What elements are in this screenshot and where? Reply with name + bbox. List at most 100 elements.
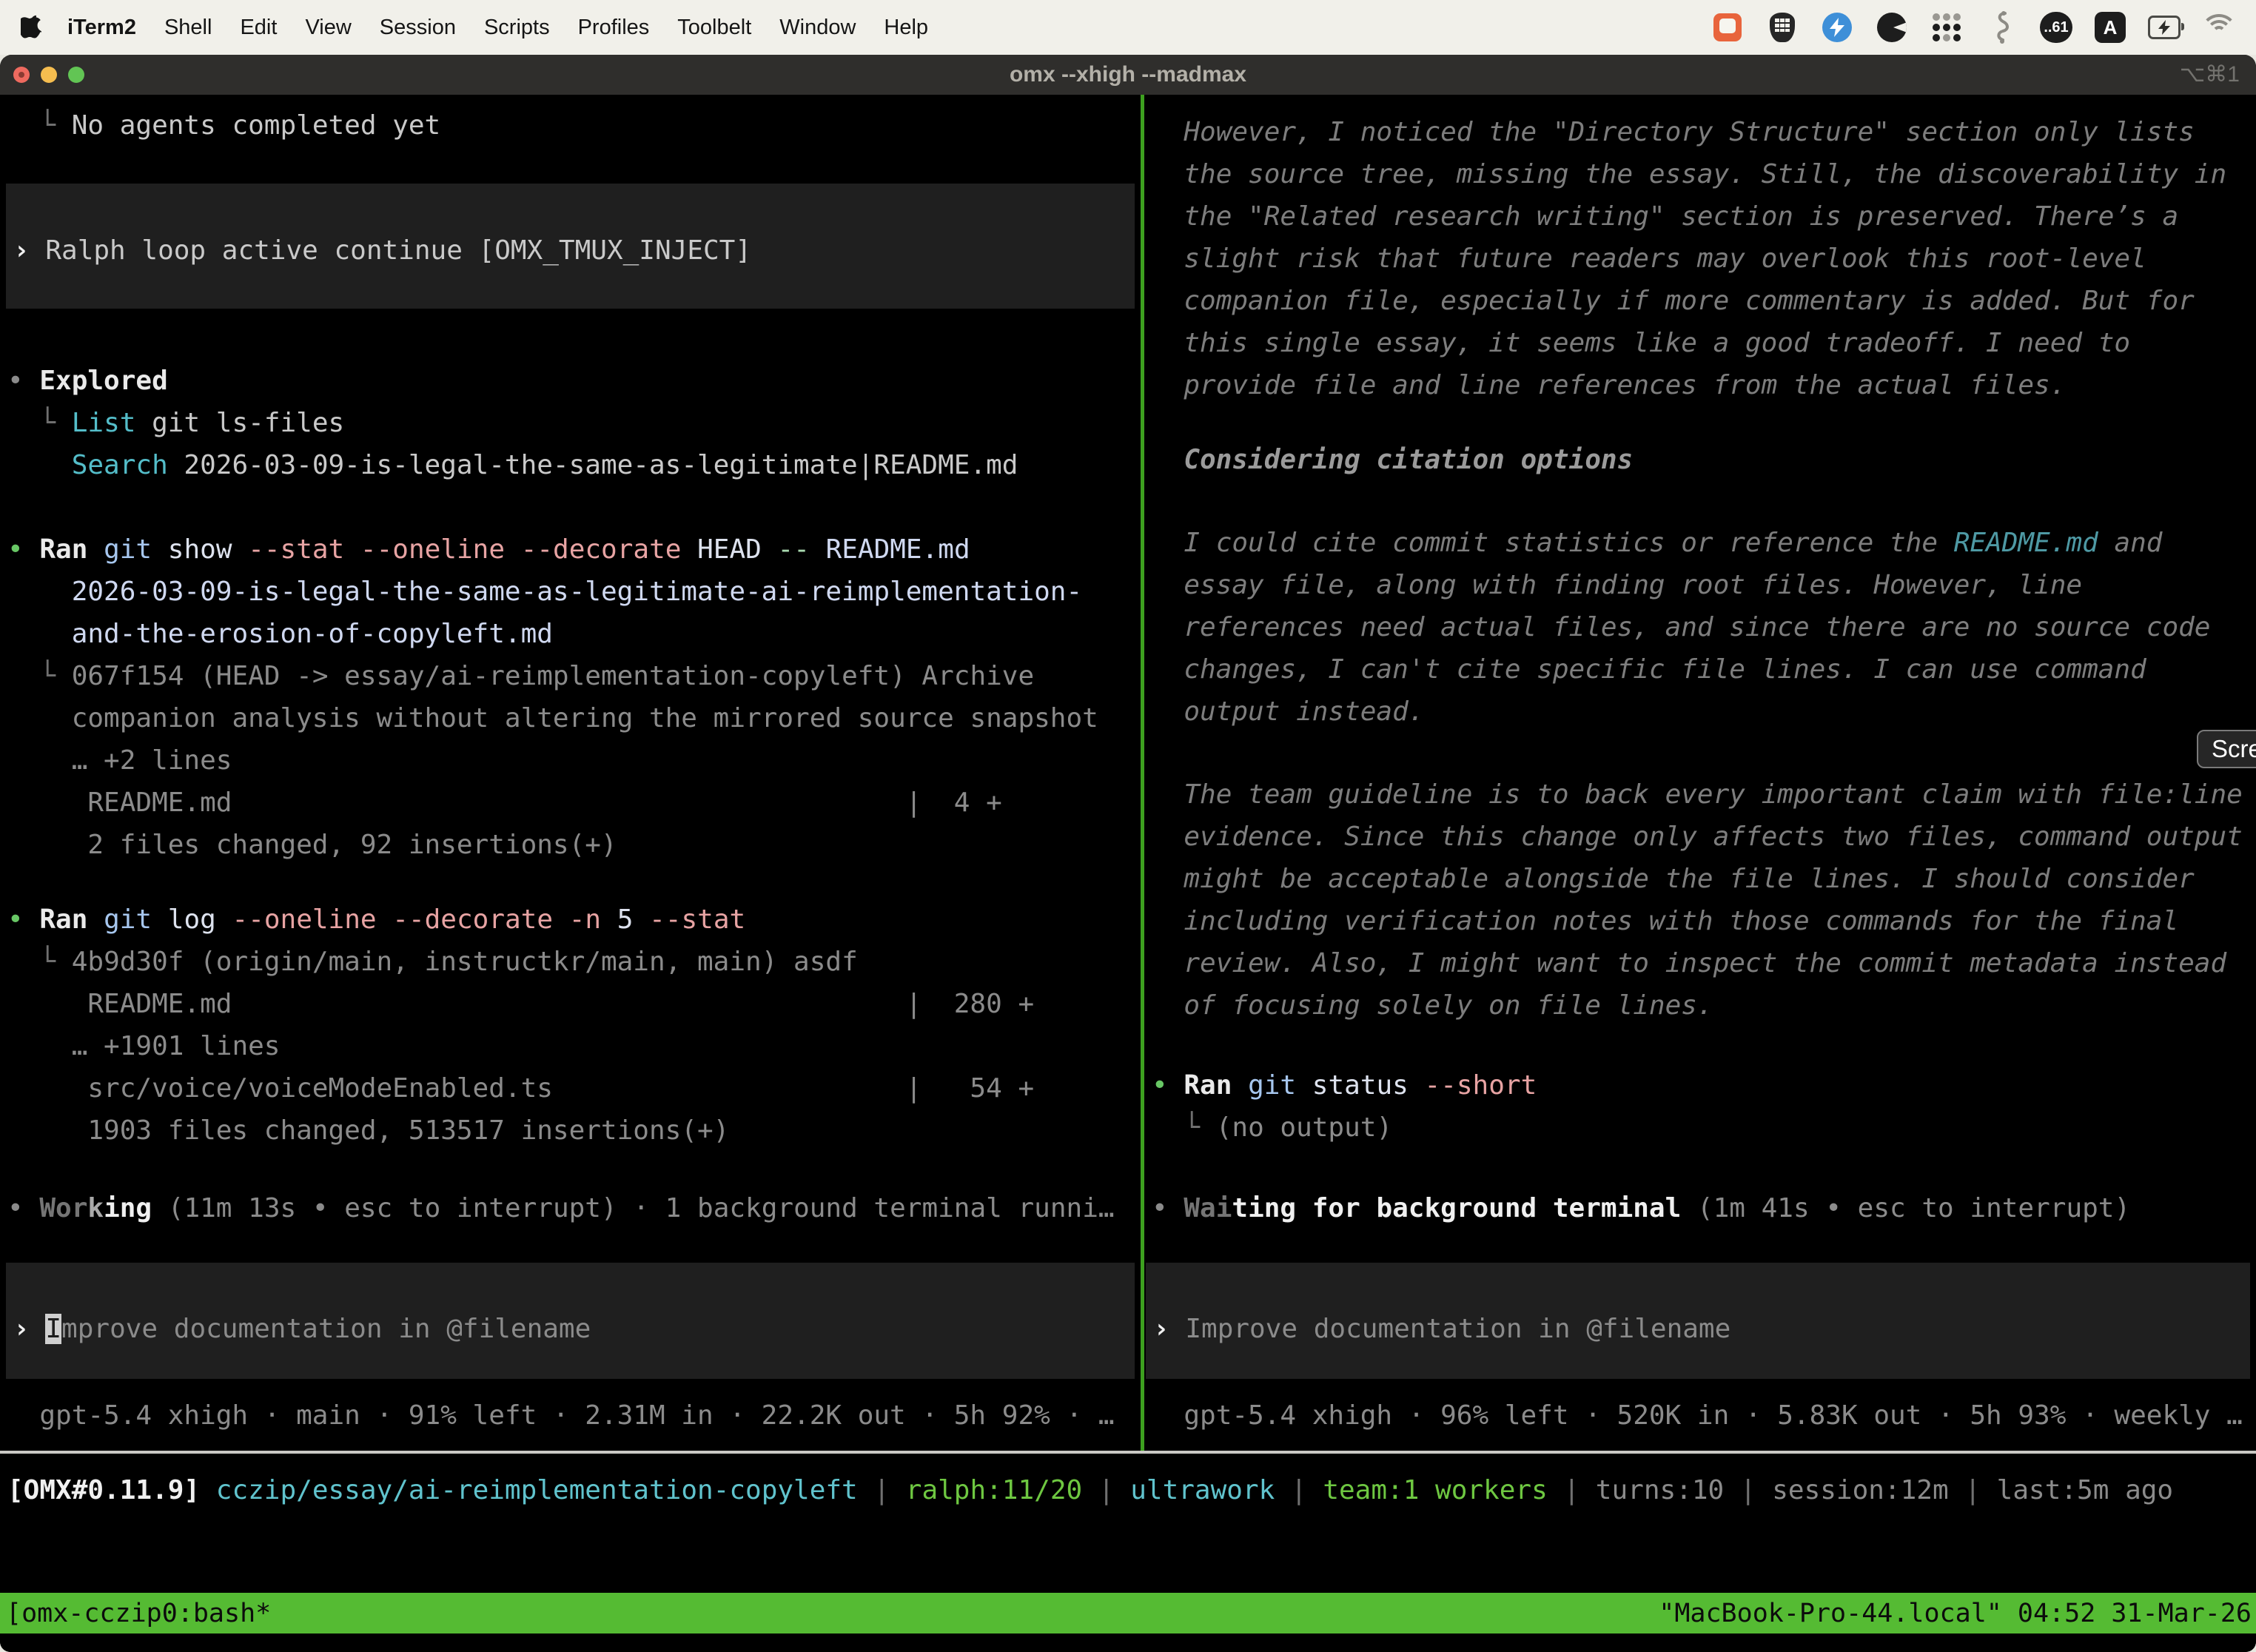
text-segment: README.md bbox=[826, 534, 970, 565]
text-segment: ting for background terminal bbox=[1232, 1193, 1681, 1223]
explored-search-line: Search 2026-03-09-is-legal-the-same-as-l… bbox=[7, 444, 1018, 486]
menu-session[interactable]: Session bbox=[366, 16, 470, 40]
omx-status-line: [OMX#0.11.9] cczip/essay/ai-reimplementa… bbox=[7, 1469, 2173, 1511]
reasoning-line: review. Also, I might want to inspect th… bbox=[1152, 942, 2226, 984]
iterm2-window: omx --xhigh --madmax ⌥⌘1 └ No agents com… bbox=[0, 55, 2256, 1652]
text-segment: provide file and line references from th… bbox=[1152, 370, 2066, 400]
reasoning-line: provide file and line references from th… bbox=[1152, 364, 2066, 406]
reasoning-line: the source tree, missing the essay. Stil… bbox=[1152, 153, 2226, 195]
text-segment: evidence. Since this change only affects… bbox=[1152, 822, 2243, 852]
menu-profiles[interactable]: Profiles bbox=[564, 16, 664, 40]
diffstat-summary: 1903 files changed, 513517 insertions(+) bbox=[7, 1109, 729, 1152]
text-segment: --short bbox=[1425, 1070, 1537, 1101]
text-segment: No agents completed yet bbox=[72, 110, 441, 141]
no-output-line: └ (no output) bbox=[1152, 1107, 1392, 1149]
diffstat-line: README.md | 4 + bbox=[7, 782, 1002, 824]
text-segment bbox=[1232, 1070, 1248, 1101]
shield-grid-icon[interactable] bbox=[1766, 11, 1799, 44]
tmux-host-clock: "MacBook-Pro-44.local" 04:52 31-Mar-26 bbox=[1659, 1599, 2256, 1628]
text-segment: -- bbox=[778, 534, 810, 565]
reasoning-line: The team guideline is to back every impo… bbox=[1152, 773, 2243, 816]
reasoning-heading: Considering citation options bbox=[1152, 439, 1633, 481]
apple-logo-icon[interactable] bbox=[21, 14, 43, 41]
text-segment: --oneline bbox=[360, 534, 505, 565]
screen: iTerm2ShellEditViewSessionScriptsProfile… bbox=[0, 0, 2256, 1652]
reasoning-line: of focusing solely on file lines. bbox=[1152, 984, 1713, 1027]
battery-icon[interactable] bbox=[2148, 11, 2181, 44]
menu-view[interactable]: View bbox=[291, 16, 365, 40]
menu-iterm2[interactable]: iTerm2 bbox=[53, 16, 150, 40]
text-segment: 2026-03-09-is-legal-the-same-as-legitima… bbox=[168, 450, 1018, 480]
text-segment: Ran bbox=[39, 904, 87, 935]
wifi-icon[interactable] bbox=[2203, 11, 2235, 44]
menu-window[interactable]: Window bbox=[765, 16, 870, 40]
commit-line: └ 4b9d30f (origin/main, instructkr/main,… bbox=[7, 941, 858, 983]
working-status-line: • Working (11m 13s • esc to interrupt) ·… bbox=[7, 1187, 1115, 1229]
text-segment: [OMX#0.11.9] bbox=[7, 1475, 200, 1505]
menu-help[interactable]: Help bbox=[870, 16, 942, 40]
bolt-badge-icon[interactable] bbox=[1821, 11, 1853, 44]
text-segment: and bbox=[2098, 528, 2163, 558]
explored-list-line: └ List git ls-files bbox=[7, 402, 344, 444]
text-segment: | bbox=[1082, 1475, 1130, 1505]
truncation-line: … +1901 lines bbox=[7, 1025, 280, 1067]
text-segment bbox=[87, 904, 104, 935]
text-segment bbox=[87, 534, 104, 565]
text-segment: I could cite commit statistics or refere… bbox=[1152, 528, 1954, 558]
assistant-a-icon[interactable]: A bbox=[2095, 12, 2126, 43]
text-segment: --decorate bbox=[521, 534, 682, 565]
text-segment bbox=[7, 947, 39, 977]
screenshot-app-icon[interactable] bbox=[1711, 11, 1744, 44]
text-segment bbox=[7, 577, 72, 607]
text-segment: • bbox=[1152, 1193, 1184, 1223]
reasoning-line: essay file, along with finding root file… bbox=[1152, 564, 2082, 606]
prompt-input-line: › Improve documentation in @filename bbox=[13, 1308, 591, 1350]
reasoning-line: changes, I can't cite specific file line… bbox=[1152, 648, 2146, 691]
text-segment bbox=[1409, 1070, 1425, 1101]
text-segment bbox=[7, 661, 39, 691]
text-segment bbox=[216, 904, 232, 935]
text-segment: log bbox=[168, 904, 216, 935]
text-segment: gpt-5.4 xhigh · main · 91% left · 2.31M … bbox=[7, 1400, 1115, 1431]
text-segment: | bbox=[1548, 1475, 1596, 1505]
media-app-icon[interactable] bbox=[1876, 11, 1908, 44]
text-segment: Explored bbox=[39, 366, 167, 396]
reasoning-line: references need actual files, and since … bbox=[1152, 606, 2210, 648]
menu-scripts[interactable]: Scripts bbox=[470, 16, 564, 40]
screen-overlay-button[interactable]: Scre bbox=[2197, 730, 2256, 768]
text-segment bbox=[7, 745, 72, 776]
text-segment: However, I noticed the "Directory Struct… bbox=[1152, 117, 2195, 147]
left-terminal-pane[interactable]: └ No agents completed yet› Ralph loop ac… bbox=[0, 95, 1141, 1451]
macos-menu-bar: iTerm2ShellEditViewSessionScriptsProfile… bbox=[0, 0, 2256, 55]
text-segment: | bbox=[858, 1475, 906, 1505]
text-segment: cczip/essay/ai-reimplementation-copyleft bbox=[216, 1475, 858, 1505]
text-segment: 2026-03-09-is-legal-the-same-as-legitima… bbox=[72, 577, 1082, 607]
right-terminal-pane[interactable]: However, I noticed the "Directory Struct… bbox=[1144, 95, 2256, 1451]
text-segment bbox=[601, 904, 617, 935]
text-segment: README.md | 4 + bbox=[7, 788, 1002, 818]
text-segment: status bbox=[1312, 1070, 1409, 1101]
dots-grid-icon[interactable] bbox=[1930, 11, 1963, 44]
window-title-bar[interactable]: omx --xhigh --madmax ⌥⌘1 bbox=[0, 55, 2256, 95]
reasoning-line: this single essay, it seems like a good … bbox=[1152, 322, 2130, 364]
text-segment: … +1901 lines bbox=[72, 1031, 281, 1061]
text-segment: git bbox=[1248, 1070, 1296, 1101]
text-segment: › bbox=[13, 235, 45, 266]
text-cursor: I bbox=[45, 1314, 61, 1344]
menu-shell[interactable]: Shell bbox=[150, 16, 226, 40]
reasoning-line: including verification notes with those … bbox=[1152, 900, 2178, 942]
text-segment: Wor bbox=[39, 1193, 87, 1223]
text-segment: essay file, along with finding root file… bbox=[1152, 570, 2082, 600]
text-segment: --decorate bbox=[392, 904, 553, 935]
text-segment bbox=[553, 904, 569, 935]
menu-toolbelt[interactable]: Toolbelt bbox=[663, 16, 765, 40]
squiggle-utility-icon[interactable] bbox=[1985, 11, 2018, 44]
text-segment bbox=[681, 534, 697, 565]
text-segment: including verification notes with those … bbox=[1152, 906, 2178, 936]
battery-percent-badge[interactable]: ..61 bbox=[2040, 12, 2072, 43]
menu-edit[interactable]: Edit bbox=[226, 16, 291, 40]
waiting-status-line: • Waiting for background terminal (1m 41… bbox=[1152, 1187, 2130, 1229]
commit-line: └ 067f154 (HEAD -> essay/ai-reimplementa… bbox=[7, 655, 1034, 697]
terminal-content: └ No agents completed yet› Ralph loop ac… bbox=[0, 95, 2256, 1652]
text-segment: review. Also, I might want to inspect th… bbox=[1152, 948, 2226, 978]
